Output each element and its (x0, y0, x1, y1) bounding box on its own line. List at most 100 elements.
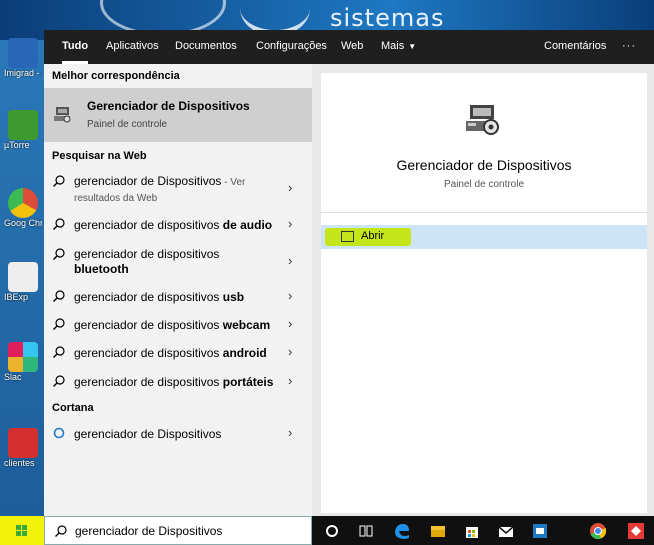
cortana-result-text: gerenciador de Dispositivos (74, 427, 222, 441)
web-result-bold: bluetooth (74, 262, 129, 276)
search-icon (53, 318, 65, 330)
desktop-shortcut-label: Imigrad - Atal (4, 68, 42, 78)
web-result-text: gerenciador de dispositivos (74, 318, 223, 332)
desktop-shortcut-label: Slac (4, 372, 22, 382)
chevron-right-icon: › (288, 180, 293, 195)
divider (321, 212, 647, 213)
preview-title: Gerenciador de Dispositivos (396, 157, 572, 173)
windows-icon (16, 525, 27, 536)
desktop-shortcut-label: Goog Chrom (4, 218, 42, 228)
open-action-label: Abrir (361, 230, 385, 242)
preview-pane: Gerenciador de Dispositivos Painel de co… (321, 73, 647, 513)
chevron-right-icon: › (288, 216, 293, 231)
anydesk-icon[interactable] (626, 521, 646, 541)
web-result-bold: portáteis (222, 375, 274, 389)
store-icon[interactable] (462, 521, 482, 541)
tab-configuracoes[interactable]: Configurações (256, 30, 327, 64)
search-icon (53, 375, 65, 387)
wallpaper-logo-text: sistemas (330, 4, 445, 32)
web-result[interactable]: gerenciador de dispositivos bluetooth › (44, 245, 312, 279)
tab-mais[interactable]: Mais ▼ (381, 30, 416, 64)
device-manager-icon (466, 105, 499, 135)
device-manager-icon (54, 107, 71, 123)
desktop-shortcut-clientes[interactable]: clientes (4, 428, 42, 468)
cortana-icon (53, 427, 65, 439)
network-app-icon[interactable] (530, 521, 550, 541)
desktop-shortcut-label: clientes (4, 458, 35, 468)
chevron-right-icon: › (288, 316, 293, 331)
desktop-shortcut-imigrad[interactable]: Imigrad - Atal (4, 38, 42, 78)
ibexpert-icon (8, 262, 38, 292)
utorrent-icon (8, 110, 38, 140)
preview-subtitle: Painel de controle (443, 179, 525, 190)
slack-icon (8, 342, 38, 372)
web-result-text: gerenciador de dispositivos (74, 247, 220, 261)
web-result-bold: de audio (222, 218, 273, 232)
chrome-icon (8, 188, 38, 218)
desktop-shortcut-slack[interactable]: Slac (4, 342, 42, 382)
cortana-button-icon[interactable] (322, 521, 342, 541)
section-web-search: Pesquisar na Web (52, 150, 147, 162)
web-result-text: gerenciador de dispositivos (74, 375, 223, 389)
web-result-text: gerenciador de dispositivos (74, 346, 223, 360)
desktop-shortcut-label: µTorre (4, 140, 30, 150)
web-result[interactable]: gerenciador de dispositivos android › (44, 343, 312, 365)
best-match-title: Gerenciador de Dispositivos (87, 99, 250, 113)
search-icon (53, 175, 65, 187)
taskbar-search-box[interactable] (44, 516, 312, 545)
desktop-shortcut-chrome[interactable]: Goog Chrom (4, 188, 42, 228)
task-view-icon[interactable] (356, 521, 376, 541)
web-result-text: gerenciador de dispositivos (74, 290, 223, 304)
best-match-subtitle: Painel de controle (87, 119, 168, 130)
desktop-shortcut-utorrent[interactable]: µTorre (4, 110, 42, 150)
web-result-bold: webcam (222, 318, 271, 332)
web-result-text: gerenciador de Dispositivos (74, 174, 222, 188)
search-panel: Tudo Aplicativos Documentos Configuraçõe… (44, 30, 654, 516)
chevron-right-icon: › (288, 253, 293, 268)
feedback-link[interactable]: Comentários (544, 30, 606, 64)
web-result-sub: resultados da Web (74, 193, 158, 204)
taskbar (0, 516, 654, 545)
desktop-shortcut-ibexpert[interactable]: IBExp (4, 262, 42, 302)
results-list: Melhor correspondência Gerenciador de Di… (44, 64, 312, 516)
web-result-bold: android (222, 346, 267, 360)
mail-icon[interactable] (496, 521, 516, 541)
web-result[interactable]: gerenciador de Dispositivos - Ver resulta… (44, 172, 312, 208)
search-input[interactable] (75, 523, 295, 539)
tab-aplicativos[interactable]: Aplicativos (106, 30, 159, 64)
chevron-right-icon: › (288, 373, 293, 388)
chrome-icon[interactable] (588, 521, 608, 541)
chevron-right-icon: › (288, 288, 293, 303)
web-result[interactable]: gerenciador de dispositivos usb › (44, 287, 312, 309)
tab-web[interactable]: Web (341, 30, 363, 64)
desktop-icons: Imigrad - Atal µTorre Goog Chrom IBExp S… (0, 30, 44, 500)
pdf-icon (8, 428, 38, 458)
search-tabs: Tudo Aplicativos Documentos Configuraçõe… (44, 30, 654, 64)
search-icon (53, 218, 65, 230)
web-result-text: gerenciador de dispositivos (74, 218, 223, 232)
start-button[interactable] (0, 516, 44, 545)
web-result-suffix: - Ver (221, 177, 246, 188)
tab-mais-label: Mais (381, 40, 405, 52)
cortana-result[interactable]: gerenciador de Dispositivos › (44, 424, 312, 446)
file-explorer-icon[interactable] (428, 521, 448, 541)
search-icon (53, 346, 65, 358)
search-icon (53, 290, 65, 302)
more-options-button[interactable]: ··· (622, 30, 636, 64)
chevron-down-icon: ▼ (408, 42, 417, 51)
best-match-result[interactable]: Gerenciador de Dispositivos Painel de co… (44, 88, 312, 142)
chevron-right-icon: › (288, 425, 293, 440)
desktop-shortcut-label: IBExp (4, 292, 29, 302)
tab-documentos[interactable]: Documentos (175, 30, 237, 64)
web-result[interactable]: gerenciador de dispositivos de audio › (44, 215, 312, 237)
chevron-right-icon: › (288, 344, 293, 359)
web-result[interactable]: gerenciador de dispositivos portáteis › (44, 372, 312, 394)
search-icon (53, 248, 65, 260)
web-result-bold: usb (222, 290, 245, 304)
tab-tudo[interactable]: Tudo (62, 30, 89, 64)
web-result[interactable]: gerenciador de dispositivos webcam › (44, 315, 312, 337)
edge-icon[interactable] (392, 521, 412, 541)
open-action[interactable]: Abrir (321, 225, 647, 249)
search-icon (55, 525, 67, 537)
open-icon (341, 231, 354, 242)
